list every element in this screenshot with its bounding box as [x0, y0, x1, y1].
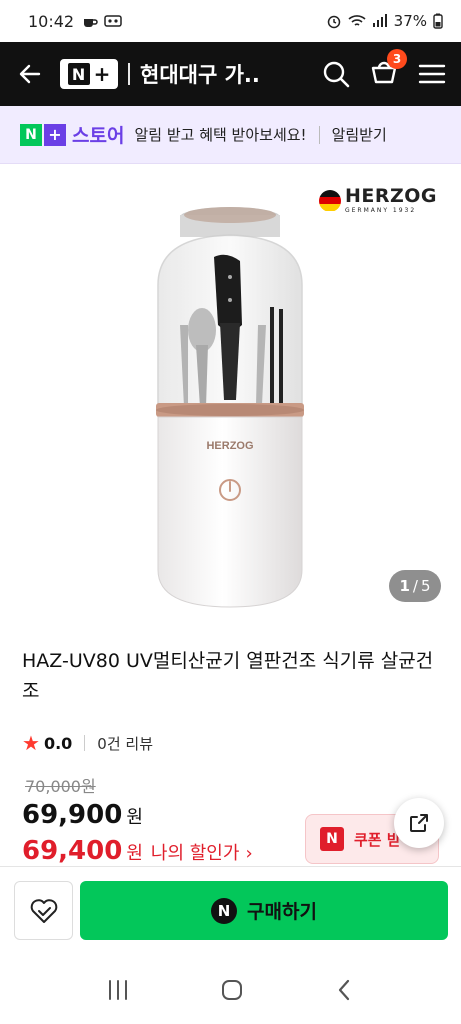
brand-subtitle: GERMANY 1932: [344, 207, 417, 214]
status-app-icons: [82, 13, 122, 29]
status-time: 10:42: [28, 11, 75, 31]
back-nav-icon[interactable]: [333, 978, 357, 1002]
image-separator: /: [412, 577, 418, 595]
signal-icon: [372, 14, 387, 27]
rating-row[interactable]: ★ 0.0 0건 리뷰: [22, 731, 153, 755]
naver-n-icon: N: [320, 827, 344, 851]
naver-pay-icon: N: [211, 897, 238, 924]
banner-message: 알림 받고 혜택 받아보세요!: [134, 126, 307, 144]
naver-n-icon: N: [67, 63, 90, 85]
buy-button[interactable]: N 구매하기: [80, 881, 448, 940]
discount-price-unit: 원: [126, 843, 143, 864]
search-icon[interactable]: [321, 59, 351, 89]
naver-n-icon: N: [20, 123, 42, 146]
naver-plus-logo[interactable]: N +: [60, 59, 118, 89]
home-icon[interactable]: [220, 978, 244, 1002]
share-icon: [410, 814, 428, 832]
cart-button[interactable]: 3: [369, 49, 407, 91]
image-current: 1: [399, 577, 410, 595]
product-photo: HERZOG: [156, 207, 304, 608]
sale-price-unit: 원: [126, 807, 143, 828]
back-button[interactable]: [14, 58, 46, 90]
chevron-right-icon: ›: [245, 843, 253, 864]
image-total: 5: [420, 577, 431, 595]
image-counter: 1 / 5: [389, 570, 441, 602]
plus-icon: +: [44, 123, 66, 146]
discount-price-value: 69,400: [22, 836, 123, 866]
product-image-carousel[interactable]: HERZOG GERMANY 1932 HERZOG 1 / 5: [0, 165, 461, 627]
app-header: N + 현대대구 가... 3: [0, 42, 461, 106]
rating-divider: [84, 735, 86, 751]
sale-price-value: 69,900: [22, 800, 123, 830]
store-word: 스토어: [72, 125, 125, 147]
rating-score: 0.0: [43, 733, 73, 753]
tape-icon: [104, 15, 122, 27]
share-button[interactable]: [394, 798, 444, 848]
wishlist-button[interactable]: [14, 881, 73, 940]
heart-check-icon: [30, 898, 57, 923]
alarm-icon: [327, 15, 340, 29]
cart-count-badge: 3: [387, 49, 407, 69]
store-title[interactable]: 현대대구 가...: [140, 59, 260, 89]
brand-name: HERZOG: [344, 185, 437, 207]
system-navigation-bar: [0, 956, 461, 1024]
recent-apps-icon[interactable]: [105, 978, 131, 1002]
product-label: HERZOG: [206, 440, 253, 452]
status-bar: 10:42 37%: [0, 0, 461, 42]
battery-percent: 37%: [393, 12, 427, 30]
review-count[interactable]: 0건 리뷰: [97, 733, 153, 754]
notification-banner: N + 스토어 알림 받고 혜택 받아보세요! 알림받기: [0, 106, 461, 164]
coupon-label: 쿠폰 받: [354, 830, 401, 849]
buy-label: 구매하기: [247, 901, 317, 923]
arrow-left-icon: [19, 64, 41, 84]
status-right: 37%: [326, 12, 443, 30]
header-actions: 3: [321, 49, 447, 91]
notification-subscribe-button[interactable]: 알림받기: [332, 124, 387, 145]
sale-price: 69,900 원: [22, 800, 143, 830]
battery-icon: [433, 13, 443, 29]
plus-icon: +: [93, 62, 111, 86]
my-discount-price[interactable]: 69,400 원 나의 할인가 ›: [22, 836, 253, 866]
original-price: 70,000원: [25, 777, 96, 796]
star-icon: ★: [22, 731, 40, 755]
product-title: HAZ-UV80 UV멀티산균기 열판건조 식기류 살균건조: [22, 650, 434, 702]
naver-plus-store-logo: N +: [20, 123, 66, 146]
discount-label: 나의 할인가: [150, 843, 240, 864]
brand-logo: HERZOG GERMANY 1932: [318, 185, 437, 214]
bottom-action-bar: N 구매하기: [0, 866, 461, 956]
wifi-icon: [348, 15, 366, 26]
banner-divider: [318, 125, 320, 144]
header-divider: [128, 63, 130, 85]
menu-icon[interactable]: [417, 59, 447, 89]
coffee-icon: [84, 19, 98, 27]
